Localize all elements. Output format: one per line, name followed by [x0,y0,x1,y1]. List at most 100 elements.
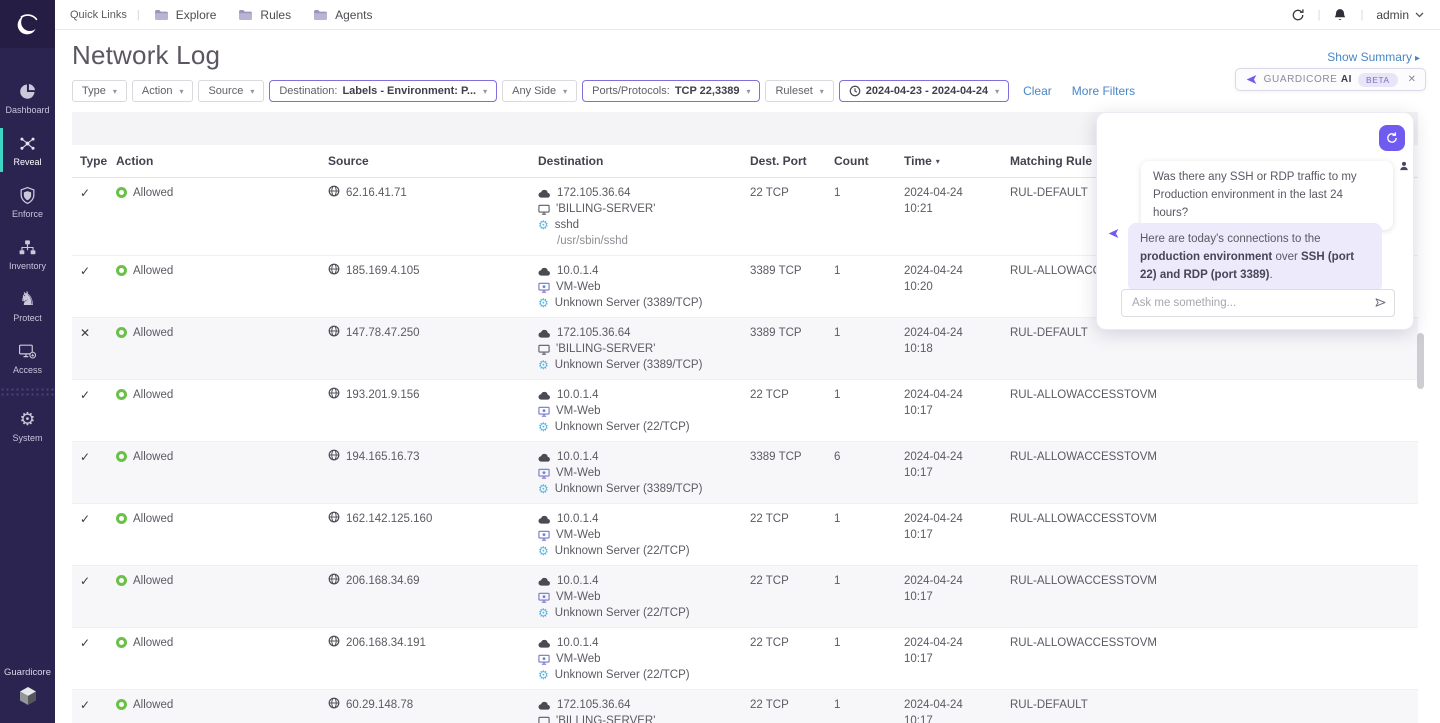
action-label: Allowed [133,387,173,403]
arrow-right-icon: ▸ [1415,53,1420,64]
folder-icon [238,9,253,21]
user-menu[interactable]: admin [1376,8,1424,22]
rule-name: RUL-ALLOWACCESSTOVM [1010,449,1157,465]
filter-chip-ruleset[interactable]: Ruleset▾ [765,80,833,102]
destination-text: 'BILLING-SERVER' [556,713,655,723]
filter-chip-type[interactable]: Type▾ [72,80,127,102]
ai-chat-input[interactable] [1121,289,1395,317]
time-clock: 10:18 [904,341,933,357]
sidebar-item-access[interactable]: Access [0,332,55,384]
check-icon: ✓ [80,511,90,527]
dest-port: 22 TCP [750,511,789,527]
destination-text: VM-Web [556,403,601,419]
akamai-logo[interactable] [0,0,55,48]
column-header-dest-port[interactable]: Dest. Port [742,154,826,168]
allowed-icon [116,187,127,198]
action-label: Allowed [133,573,173,589]
destination-line: ⚙Unknown Server (22/TCP) [538,667,690,683]
log-row[interactable]: ✓Allowed60.29.148.78172.105.36.64'BILLIN… [72,690,1418,723]
sidebar-item-dashboard[interactable]: Dashboard [0,72,55,124]
action-label: Allowed [133,263,173,279]
show-summary-link[interactable]: Show Summary▸ [1327,50,1420,64]
filter-label: Source [208,85,243,97]
dest-port: 22 TCP [750,573,789,589]
globe-icon [328,697,340,709]
time-date: 2024-04-24 [904,263,963,279]
column-label: Type [80,154,107,168]
cell-dest-port: 3389 TCP [742,449,826,497]
guardicore-logo-icon [16,684,40,708]
filter-label: Ports/Protocols: [592,85,670,97]
destination-text: 172.105.36.64 [557,325,631,341]
sidebar-item-protect[interactable]: ♞Protect [0,280,55,332]
more-filters-link[interactable]: More Filters [1072,84,1135,98]
log-row[interactable]: ✓Allowed206.168.34.6910.0.1.4VM-Web⚙Unkn… [72,566,1418,628]
filter-chip-any-side[interactable]: Any Side▾ [502,80,577,102]
action-label: Allowed [133,697,173,713]
allowed-icon [116,513,127,524]
filter-chip-date-range[interactable]: 2024-04-23 - 2024-04-24▾ [839,80,1009,102]
guardicore-ai-header[interactable]: GUARDICORE AI BETA ✕ [1235,68,1426,91]
filter-chip-action[interactable]: Action▾ [132,80,194,102]
log-row[interactable]: ✓ Allowed162.142.125.16010.0.1.4VM-Web⚙Un… [72,504,1418,566]
log-row[interactable]: ✓Allowed193.201.9.15610.0.1.4VM-Web⚙Unkn… [72,380,1418,442]
sidebar-item-system[interactable]: ⚙System [0,400,55,452]
time-clock: 10:17 [904,589,933,605]
cell-action: Allowed [108,511,320,559]
vertical-scrollbar[interactable] [1417,333,1424,389]
column-header-source[interactable]: Source [320,154,530,168]
nav-label: Rules [260,8,291,22]
destination-line: VM-Web [538,651,601,667]
cell-source: 62.16.41.71 [320,185,530,249]
column-label: Count [834,154,869,168]
check-icon: ✓ [80,263,90,279]
destination-line: 10.0.1.4 [538,635,599,651]
destination-text: Unknown Server (22/TCP) [555,667,690,683]
globe-icon [328,387,340,399]
cell-destination: 10.0.1.4VM-Web⚙Unknown Server (22/TCP) [530,511,742,559]
ai-message-row: Here are today's connections to the prod… [1107,223,1382,292]
filter-chip-ports-protocols[interactable]: Ports/Protocols:TCP 22,3389▾ [582,80,760,102]
destination-line: VM-Web [538,589,601,605]
source-ip: 193.201.9.156 [346,387,420,403]
log-row[interactable]: ✓Allowed194.165.16.7310.0.1.4VM-Web⚙Unkn… [72,442,1418,504]
restart-chat-button[interactable] [1379,125,1405,151]
column-header-action[interactable]: Action [108,154,320,168]
cell-matching-rule: RUL-ALLOWACCESSTOVM [1002,635,1418,683]
nav-explore[interactable]: Explore [154,8,217,22]
sidebar-item-inventory[interactable]: Inventory [0,228,55,280]
divider: | [1360,9,1363,21]
column-header-type[interactable]: Type [72,154,108,168]
clear-filters-link[interactable]: Clear [1023,84,1052,98]
sidebar-item-reveal[interactable]: Reveal [0,124,55,176]
nav-agents[interactable]: Agents [313,8,372,22]
check-icon: ✓ [80,449,90,465]
log-row[interactable]: ✓Allowed206.168.34.19110.0.1.4VM-Web⚙Unk… [72,628,1418,690]
sidebar-item-enforce[interactable]: Enforce [0,176,55,228]
action-label: Allowed [133,325,173,341]
sidebar-separator [0,387,55,397]
refresh-button[interactable] [1291,8,1305,22]
filter-chip-destination[interactable]: Destination:Labels - Environment: P...▾ [269,80,497,102]
cell-matching-rule: RUL-DEFAULT [1002,697,1418,723]
time-clock: 10:17 [904,527,933,543]
cell-dest-port: 22 TCP [742,697,826,723]
time-clock: 10:17 [904,465,933,481]
send-icon[interactable] [1374,296,1387,309]
notifications-button[interactable] [1333,8,1347,22]
destination-line: VM-Web [538,527,601,543]
nav-rules[interactable]: Rules [238,8,291,22]
dest-port: 22 TCP [750,185,789,201]
close-icon[interactable]: ✕ [1408,74,1416,85]
column-header-destination[interactable]: Destination [530,154,742,168]
filter-chip-source[interactable]: Source▾ [198,80,264,102]
quick-links-menu[interactable]: Quick Links [70,9,127,21]
destination-text: VM-Web [556,589,601,605]
column-header-count[interactable]: Count [826,154,896,168]
destination-line: ⚙Unknown Server (3389/TCP) [538,295,702,311]
destination-line: /usr/sbin/sshd [538,233,628,249]
column-header-time[interactable]: Time▾ [896,154,1002,168]
destination-line: VM-Web [538,279,601,295]
cell-source: 162.142.125.160 [320,511,530,559]
cell-type: ✓ [72,263,108,311]
